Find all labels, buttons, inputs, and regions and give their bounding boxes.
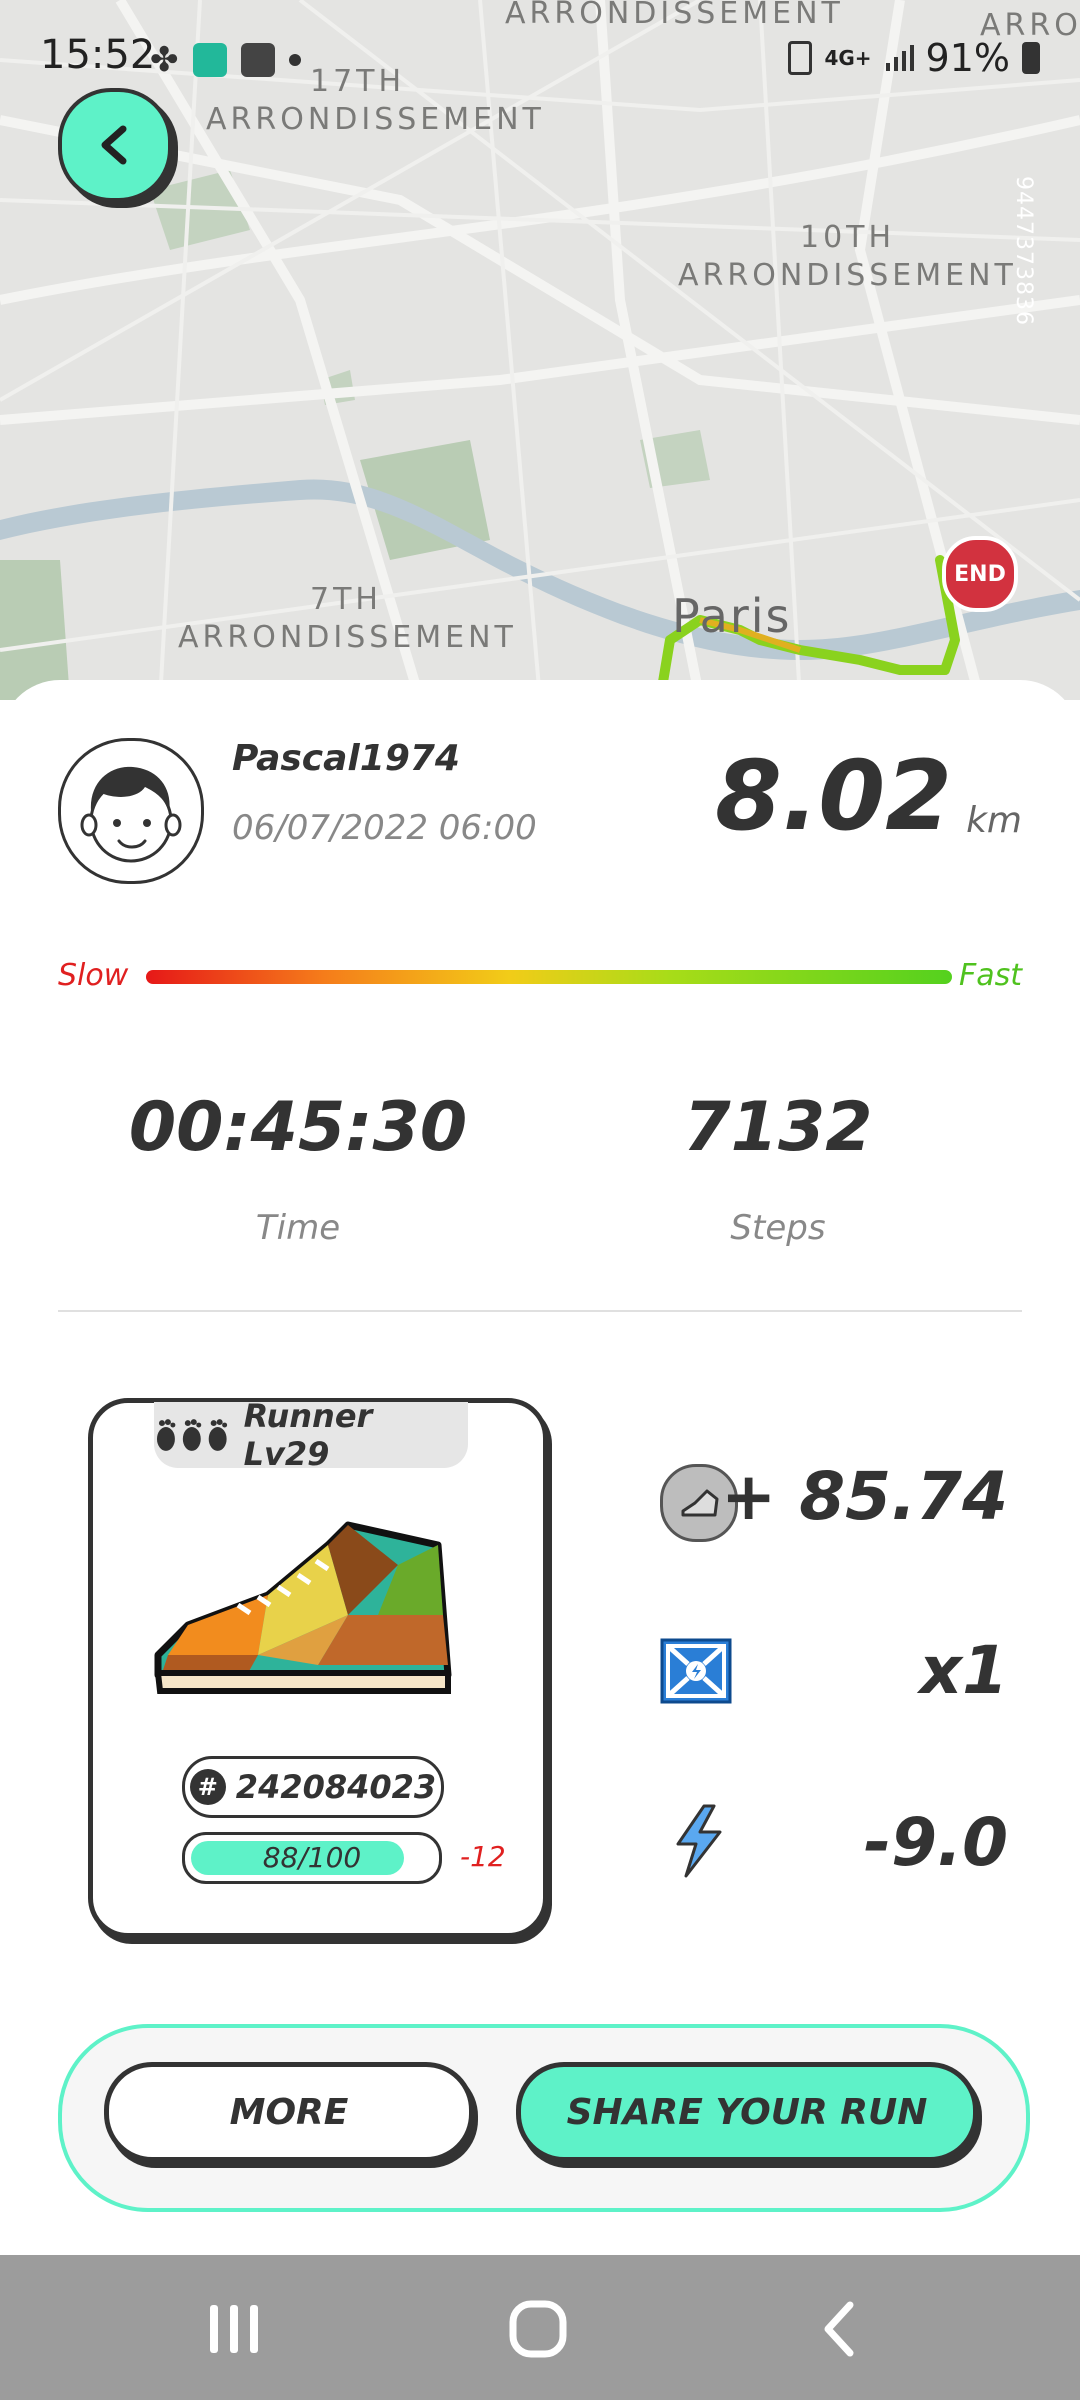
durability-text: 88/100 <box>262 1841 362 1874</box>
divider <box>58 1310 1022 1312</box>
status-bar: 15:52 ✤ 4G+ 91% <box>0 0 1080 120</box>
status-time: 15:52 <box>40 32 156 78</box>
sneaker-image <box>154 1521 452 1694</box>
sneaker-level-badge: Runner Lv29 <box>154 1397 468 1473</box>
battery-percent: 91% <box>925 36 1010 80</box>
distance-value: 8.02 <box>715 740 952 852</box>
hash-icon: # <box>189 1769 226 1805</box>
back-button[interactable] <box>58 88 172 202</box>
sd-icon <box>240 43 275 77</box>
back-nav-icon[interactable] <box>818 2299 862 2359</box>
chevron-left-icon <box>101 125 127 165</box>
mystery-box-reward: x1 <box>919 1632 1009 1709</box>
more-button[interactable]: MORE <box>104 2062 474 2162</box>
steps-value: 7132 <box>683 1088 873 1167</box>
speed-slow-label: Slow <box>58 958 129 993</box>
time-value: 00:45:30 <box>128 1088 468 1167</box>
status-notification-icons: ✤ <box>150 40 301 80</box>
footprints-icon <box>156 1419 228 1451</box>
durability-bar: 88/100 <box>182 1832 442 1884</box>
sneaker-id: 242084023 <box>235 1768 437 1806</box>
gst-reward: + 85.74 <box>720 1458 1008 1535</box>
durability-delta: -12 <box>460 1840 506 1873</box>
time-label: Time <box>255 1208 341 1248</box>
energy-reward: -9.0 <box>863 1804 1008 1881</box>
network-type: 4G+ <box>824 46 872 70</box>
speed-fast-label: Fast <box>958 958 1022 993</box>
home-icon[interactable] <box>508 2299 568 2359</box>
avatar-face <box>80 766 182 863</box>
map-label-7th-arr: ARRONDISSEMENT <box>178 620 517 655</box>
sneaker-level-label: Runner Lv29 <box>243 1397 373 1473</box>
share-run-button[interactable]: SHARE YOUR RUN <box>516 2062 978 2162</box>
map-label-10th: 10TH <box>800 220 896 255</box>
status-system-icons: 4G+ 91% <box>788 36 1040 80</box>
map-label-10th-arr: ARRONDISSEMENT <box>678 258 1017 293</box>
kucoin-icon <box>192 43 227 77</box>
run-datetime: 06/07/2022 06:00 <box>232 808 537 848</box>
recents-icon[interactable] <box>206 2301 262 2357</box>
sneaker-id-badge: # 242084023 <box>182 1756 444 1818</box>
route-end-marker: END <box>942 536 1018 612</box>
map-label-7th: 7TH <box>310 582 382 617</box>
speed-gradient-bar <box>146 970 952 984</box>
avatar[interactable] <box>58 738 204 884</box>
steps-label: Steps <box>730 1208 826 1248</box>
clover-icon: ✤ <box>150 40 179 80</box>
map-id: 9447373836 <box>1011 176 1036 326</box>
system-nav-bar <box>0 2255 1080 2400</box>
distance-unit: km <box>966 800 1022 841</box>
map-label-city: Paris <box>672 589 792 643</box>
dot-icon <box>288 54 301 66</box>
signal-icon <box>885 45 914 71</box>
username: Pascal1974 <box>232 738 460 779</box>
battery-icon <box>1022 42 1040 74</box>
battery-saver-icon <box>788 41 813 75</box>
